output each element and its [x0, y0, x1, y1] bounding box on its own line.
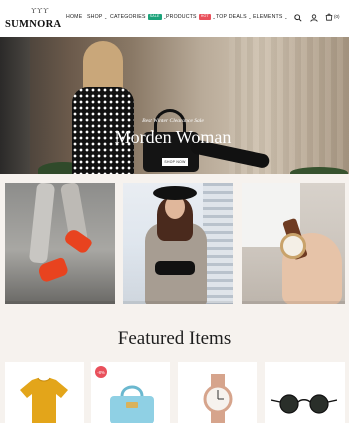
hot-badge: HOT: [198, 14, 211, 20]
handbag-image: [110, 385, 154, 423]
building-background: [203, 183, 233, 304]
product-card[interactable]: [5, 362, 84, 423]
product-card[interactable]: [178, 362, 257, 423]
chevron-down-icon: ⌄: [284, 14, 288, 20]
hero-banner: Best Winter Clearance Sale Morden Woman …: [0, 37, 349, 174]
site-header: ϒϒϒ SUMNORA HOME SHOP ⌄ CATEGORIES SALE …: [0, 0, 349, 37]
shop-now-button[interactable]: SHOP NOW: [162, 158, 188, 166]
featured-title: Featured Items: [117, 328, 232, 349]
discount-badge: -8%: [95, 366, 107, 378]
logo-text: SUMNORA: [5, 19, 62, 30]
nav-products-label: PRODUCTS: [166, 14, 197, 20]
nav-categories[interactable]: CATEGORIES SALE ⌄: [110, 14, 167, 20]
user-icon[interactable]: [309, 13, 318, 22]
hero-subtitle: Best Winter Clearance Sale: [142, 118, 204, 124]
nav-elements-label: ELEMENTS: [253, 14, 283, 20]
nav-top-deals-label: TOP DEALS: [216, 14, 247, 20]
product-card[interactable]: -8%: [91, 362, 170, 423]
watch-banner[interactable]: [242, 183, 345, 304]
model-hat: [153, 186, 197, 200]
tile-shadow: [123, 301, 233, 304]
hero-title: Morden Woman: [114, 127, 232, 147]
nav-shop[interactable]: SHOP ⌄: [87, 14, 108, 20]
nav-elements[interactable]: ELEMENTS ⌄: [253, 14, 288, 20]
plant-decoration: [290, 167, 348, 174]
hero-background-wall: [0, 37, 30, 174]
logo[interactable]: ϒϒϒ SUMNORA: [5, 7, 61, 30]
sneakers-banner[interactable]: [5, 183, 115, 304]
belt-bag: [155, 261, 195, 275]
nav-home[interactable]: HOME: [66, 14, 82, 20]
nav-shop-label: SHOP: [87, 14, 103, 20]
nav-home-label: HOME: [66, 14, 83, 20]
sale-badge: SALE: [147, 14, 162, 20]
header-icons: (0): [293, 13, 343, 22]
nav-categories-label: CATEGORIES: [110, 14, 146, 20]
nav-products[interactable]: PRODUCTS HOT ⌄: [166, 14, 216, 20]
tshirt-image: [20, 377, 68, 423]
nav-top-deals[interactable]: TOP DEALS ⌄: [216, 14, 252, 20]
watch-image: [203, 374, 233, 423]
tile-shadow: [242, 301, 345, 304]
cart-count: (0): [334, 14, 340, 19]
chevron-down-icon: ⌄: [104, 14, 108, 20]
tile-shadow: [5, 301, 115, 304]
watch-face: [280, 233, 306, 259]
fashion-woman-banner[interactable]: [123, 183, 233, 304]
cart-icon[interactable]: (0): [325, 13, 343, 22]
sunglasses-image: [271, 394, 337, 414]
chevron-down-icon: ⌄: [248, 14, 252, 20]
search-icon[interactable]: [293, 13, 302, 22]
leg-shape: [28, 183, 56, 264]
product-card[interactable]: [265, 362, 345, 423]
birds-icon: ϒϒϒ: [31, 7, 50, 15]
